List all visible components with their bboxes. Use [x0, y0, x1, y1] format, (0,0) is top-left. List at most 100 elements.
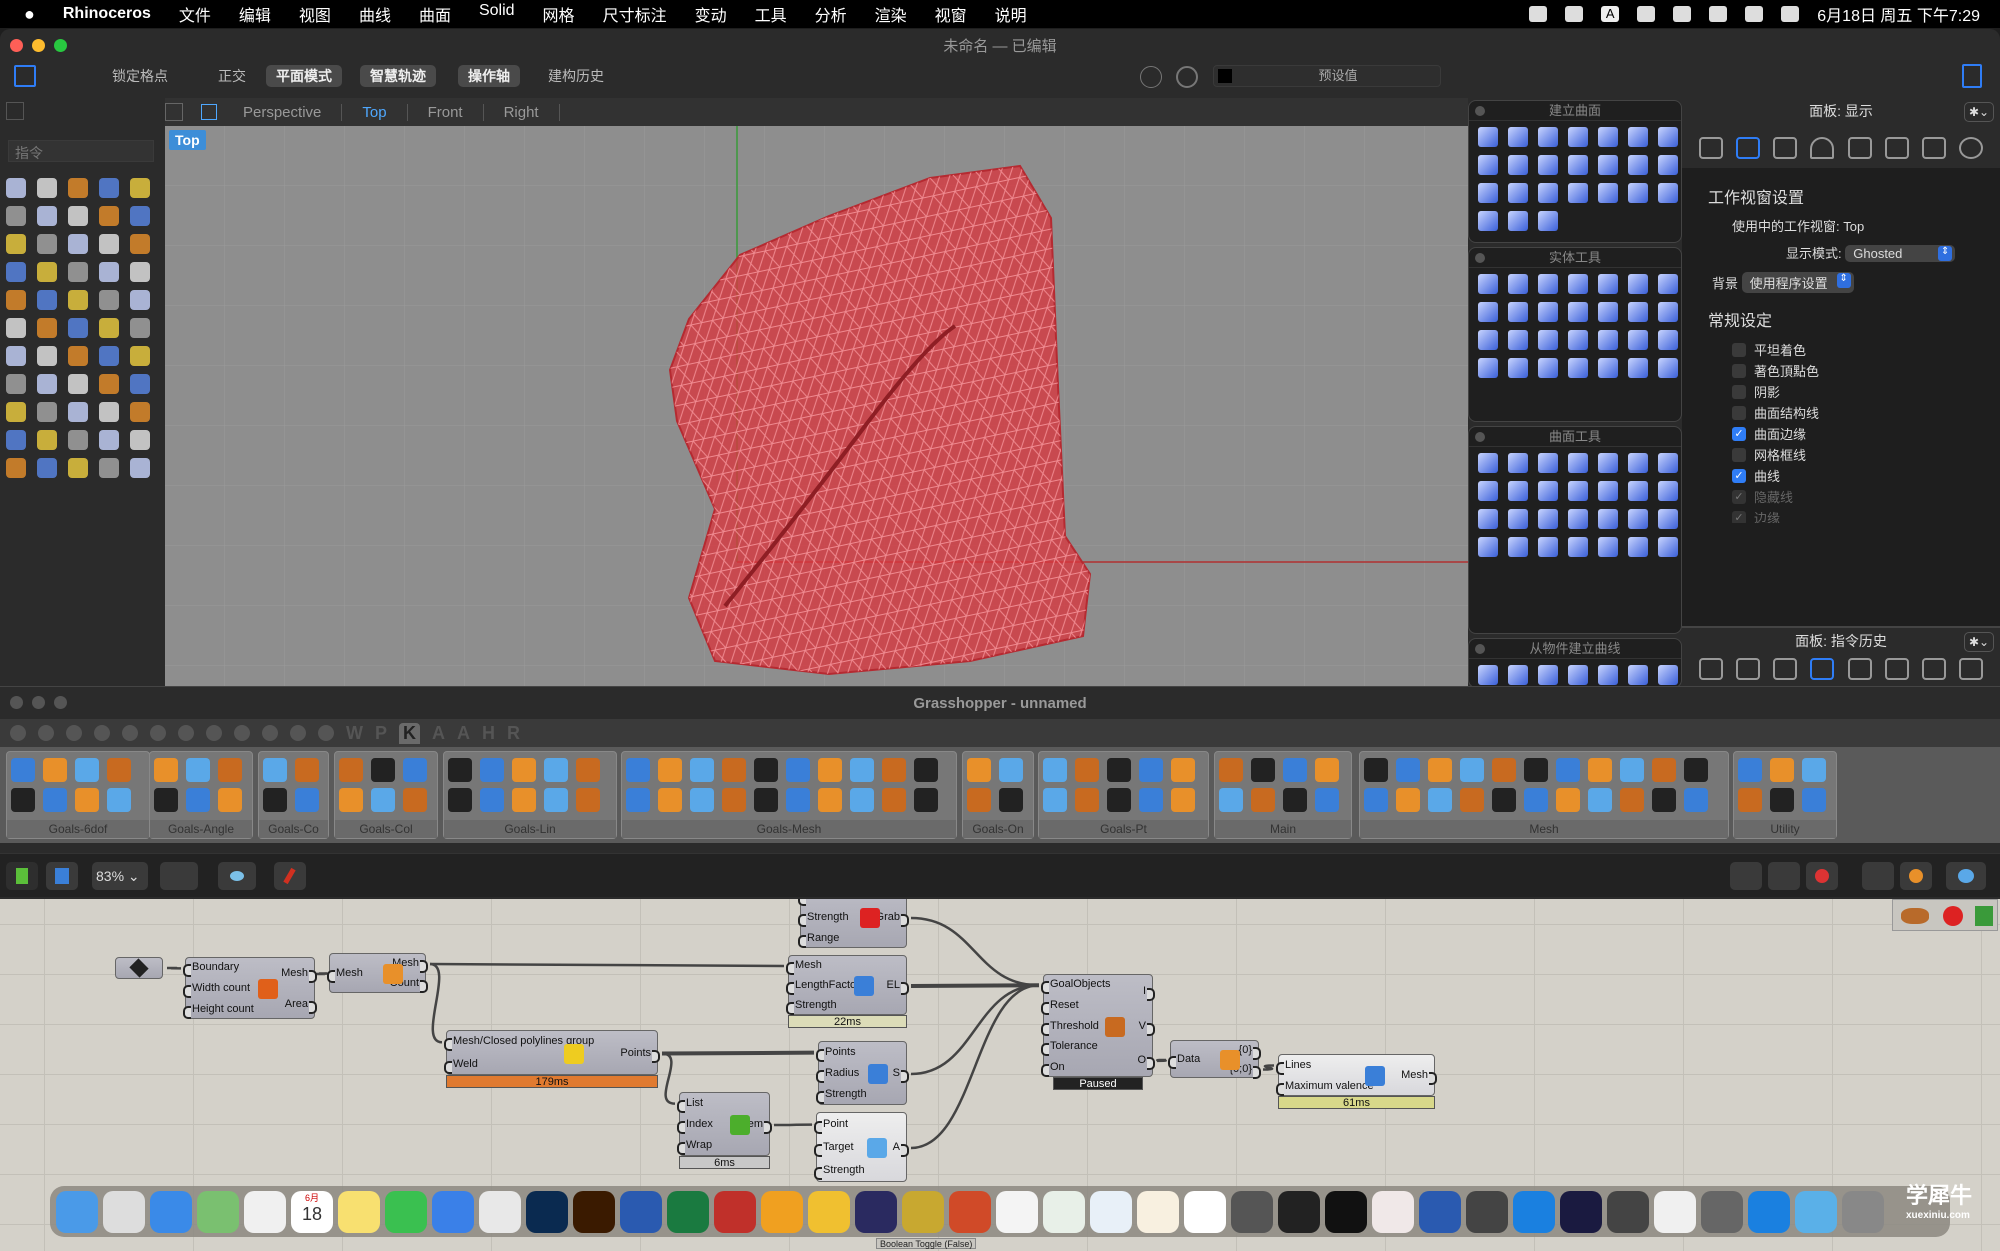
toolbox-tool-icon[interactable]: [1598, 183, 1618, 203]
toolbox-tool-icon[interactable]: [1538, 537, 1558, 557]
control-center-icon[interactable]: [1781, 6, 1799, 22]
component-icon[interactable]: [295, 788, 319, 812]
menu-item[interactable]: 说明: [995, 2, 1027, 26]
component-icon[interactable]: [999, 788, 1023, 812]
menu-item[interactable]: Solid: [479, 2, 515, 26]
component-icon[interactable]: [882, 758, 906, 782]
component-icon[interactable]: [818, 788, 842, 812]
component-tab-icon[interactable]: [178, 725, 194, 741]
rhino-tool-icon[interactable]: [130, 290, 150, 310]
rhino-tool-icon[interactable]: [6, 402, 26, 422]
tab-top[interactable]: Top: [342, 104, 407, 121]
toolbox-tool-icon[interactable]: [1598, 302, 1618, 322]
rhino-tool-icon[interactable]: [99, 234, 119, 254]
toolbox-tool-icon[interactable]: [1658, 481, 1678, 501]
gear-icon[interactable]: ✱⌄: [1964, 632, 1994, 652]
ribbon-group-label[interactable]: Goals-Pt: [1039, 820, 1208, 838]
toolbox-tool-icon[interactable]: [1628, 330, 1648, 350]
component-icon[interactable]: [1283, 788, 1307, 812]
ribbon-group-label[interactable]: Goals-Mesh: [622, 820, 956, 838]
toolbox-tool-icon[interactable]: [1478, 509, 1498, 529]
tab-perspective[interactable]: Perspective: [223, 104, 342, 121]
toolbox-tool-icon[interactable]: [1598, 274, 1618, 294]
toolbox-tool-icon[interactable]: [1598, 509, 1618, 529]
toolbox-tool-icon[interactable]: [1538, 127, 1558, 147]
mute-icon[interactable]: [1637, 6, 1655, 22]
output-port[interactable]: Points: [620, 1047, 651, 1059]
component-icon[interactable]: [339, 758, 363, 782]
component-icon[interactable]: [658, 758, 682, 782]
component-tab-icon[interactable]: [150, 725, 166, 741]
toolbar-toggle[interactable]: 操作轴: [458, 65, 520, 87]
input-port[interactable]: Reset: [1050, 999, 1079, 1011]
component-icon[interactable]: [626, 788, 650, 812]
component-tab-icon[interactable]: [66, 725, 82, 741]
component-icon[interactable]: [1075, 788, 1099, 812]
toolbox-tool-icon[interactable]: [1568, 453, 1588, 473]
toolbox-tool-icon[interactable]: [1568, 537, 1588, 557]
component-icon[interactable]: [1738, 788, 1762, 812]
toolbox-tool-icon[interactable]: [1598, 155, 1618, 175]
edge-lengths-goal-node[interactable]: MeshLengthFactorStrengthEL: [788, 955, 907, 1015]
component-icon[interactable]: [403, 758, 427, 782]
input-port[interactable]: Strength: [795, 999, 837, 1011]
component-icon[interactable]: [1396, 788, 1420, 812]
input-port[interactable]: Mesh: [795, 959, 822, 971]
camera-icon[interactable]: [1959, 658, 1983, 680]
component-icon[interactable]: [914, 788, 938, 812]
component-icon[interactable]: [1139, 758, 1163, 782]
component-icon[interactable]: [263, 758, 287, 782]
autocad-icon[interactable]: [1372, 1191, 1414, 1233]
component-icon[interactable]: [1652, 788, 1676, 812]
component-icon[interactable]: [218, 758, 242, 782]
component-icon[interactable]: [967, 788, 991, 812]
finder-icon[interactable]: [56, 1191, 98, 1233]
input-port[interactable]: Point: [823, 1118, 848, 1130]
component-icon[interactable]: [690, 788, 714, 812]
component-icon[interactable]: [1588, 758, 1612, 782]
component-icon[interactable]: [1802, 758, 1826, 782]
input-port[interactable]: Strength: [825, 1088, 867, 1100]
keynote-icon[interactable]: [1090, 1191, 1132, 1233]
component-icon[interactable]: [1107, 758, 1131, 782]
document-icon[interactable]: [1736, 658, 1760, 680]
baidu-netdisk-icon[interactable]: [1184, 1191, 1226, 1233]
component-icon[interactable]: [1219, 758, 1243, 782]
anchor-goal-node[interactable]: PointTargetStrengthA: [816, 1112, 907, 1182]
toolbox-tool-icon[interactable]: [1538, 665, 1558, 685]
toolbox-tool-icon[interactable]: [1628, 127, 1648, 147]
display-green-icon[interactable]: [1862, 862, 1894, 890]
toolbox-tool-icon[interactable]: [1598, 358, 1618, 378]
rhino-tool-icon[interactable]: [37, 374, 57, 394]
toolbox-tool-icon[interactable]: [1508, 155, 1528, 175]
menu-item[interactable]: 视图: [299, 2, 331, 26]
rhino-tool-icon[interactable]: [130, 318, 150, 338]
toolbox-tool-icon[interactable]: [1508, 183, 1528, 203]
component-icon[interactable]: [371, 788, 395, 812]
component-icon[interactable]: [544, 788, 568, 812]
environment-icon[interactable]: [1810, 137, 1834, 159]
component-icon[interactable]: [786, 788, 810, 812]
component-icon[interactable]: [754, 788, 778, 812]
component-icon[interactable]: [786, 758, 810, 782]
toolbox-tool-icon[interactable]: [1478, 330, 1498, 350]
toolbox-tool-icon[interactable]: [1568, 183, 1588, 203]
toolbar-toggle[interactable]: 锁定格点: [102, 65, 178, 87]
component-icon[interactable]: [107, 788, 131, 812]
mesh-from-boundary-node[interactable]: BoundaryWidth countHeight countMeshArea: [185, 957, 315, 1019]
preview-shaded-icon[interactable]: [1768, 862, 1800, 890]
ribbon-group-label[interactable]: Goals-Angle: [150, 820, 252, 838]
component-tab-icon[interactable]: [10, 725, 26, 741]
toolbox-tool-icon[interactable]: [1508, 274, 1528, 294]
tab-right[interactable]: Right: [484, 104, 560, 121]
component-icon[interactable]: [999, 758, 1023, 782]
rhino-tool-icon[interactable]: [130, 346, 150, 366]
input-port[interactable]: Weld: [453, 1058, 478, 1070]
component-icon[interactable]: [1684, 758, 1708, 782]
ribbon-group-label[interactable]: Goals-Lin: [444, 820, 616, 838]
material-icon[interactable]: [1773, 137, 1797, 159]
toolbox-tool-icon[interactable]: [1598, 127, 1618, 147]
sketch-pen-icon[interactable]: [274, 862, 306, 890]
wechat-icon[interactable]: [385, 1191, 427, 1233]
component-icon[interactable]: [722, 788, 746, 812]
